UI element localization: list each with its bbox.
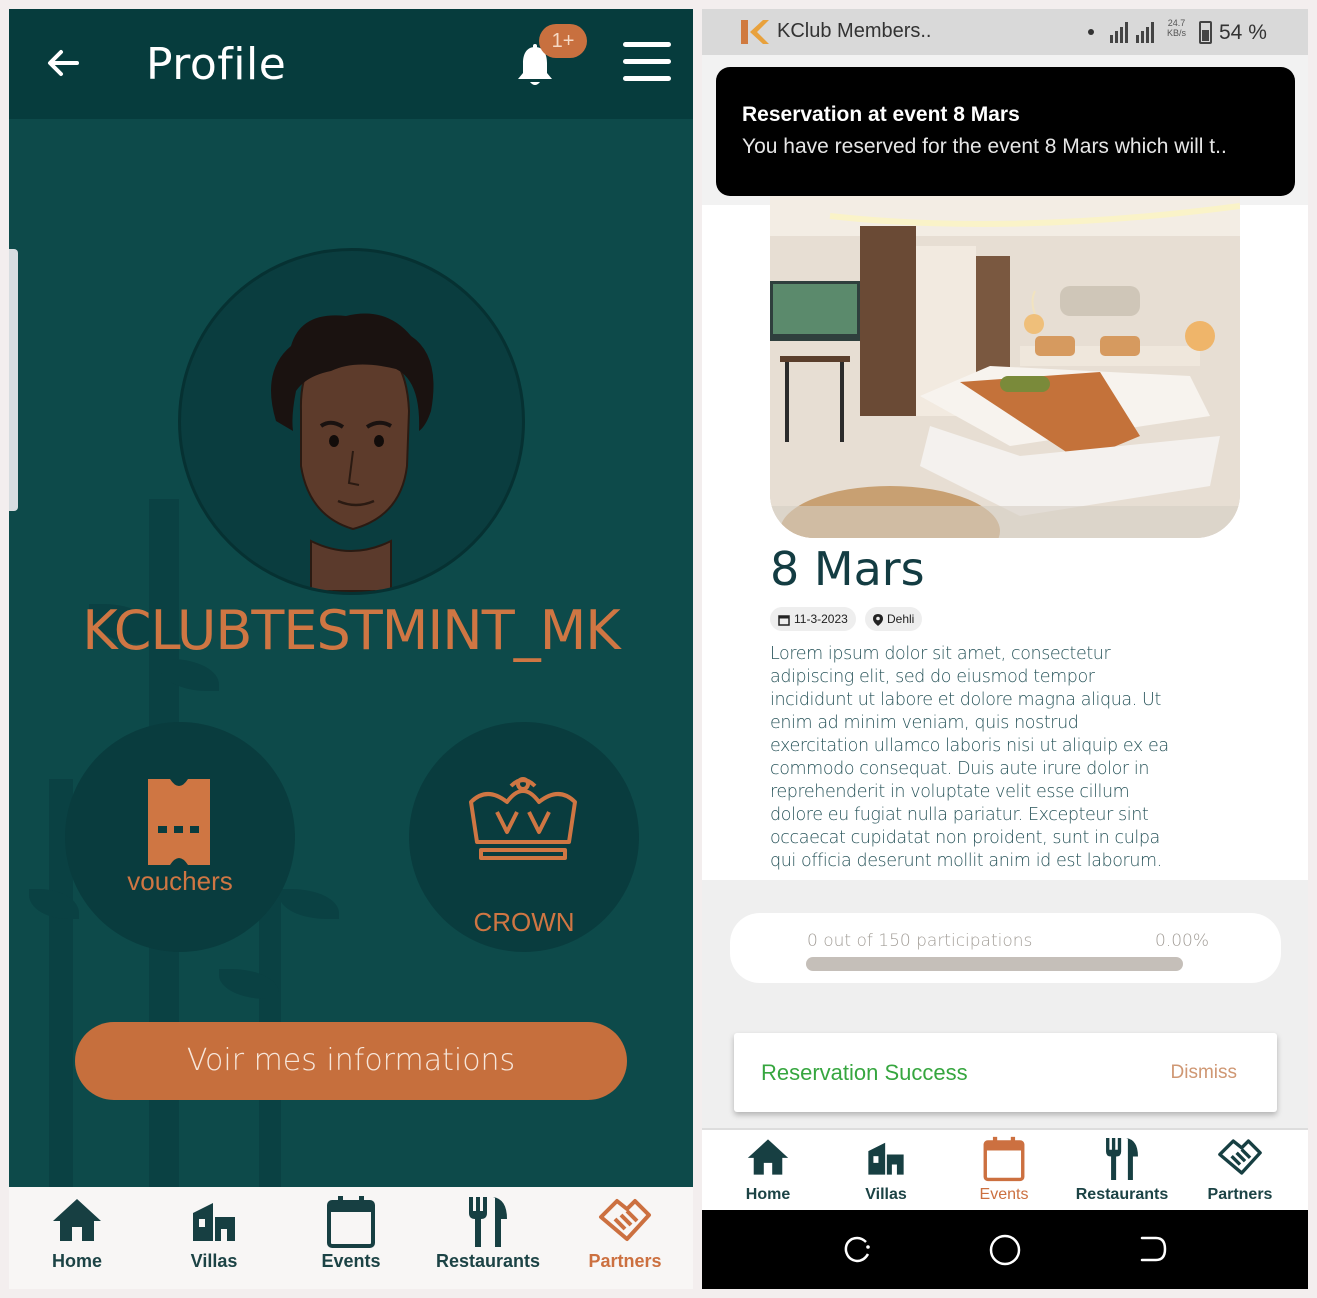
nav-restaurants-label: Restaurants [435,1251,541,1271]
nav-restaurants[interactable]: Restaurants [1063,1130,1181,1212]
restaurant-icon [1106,1138,1138,1180]
status-bar: KClub Members.. 24.7 KB/s 54 % [702,9,1308,55]
notification-badge: 1+ [539,24,587,58]
nav-home-label: Home [51,1251,102,1271]
nav-restaurants-label: Restaurants [1075,1186,1169,1203]
avatar-portrait [271,313,434,592]
status-app-name: KClub Members.. [777,20,932,42]
status-dot [1088,29,1094,35]
restaurant-icon [469,1197,507,1247]
location-pin-icon [873,613,883,626]
nav-events-label: Events [321,1251,381,1271]
network-speed: 24.7 KB/s [1167,18,1186,38]
event-detail-screen: KClub Members.. 24.7 KB/s 54 % Reservati… [702,9,1308,1289]
top-bar: Profile 1+ [9,9,693,119]
vouchers-label: vouchers [127,866,233,896]
nav-home[interactable]: Home [12,1187,142,1289]
dismiss-button[interactable]: Dismiss [1171,1062,1238,1084]
kclub-logo-icon [741,20,769,44]
nav-partners[interactable]: Partners [560,1187,690,1289]
menu-icon[interactable] [623,42,671,84]
home-icon [53,1199,101,1241]
back-arrow-icon[interactable] [43,43,83,83]
nav-partners-label: Partners [588,1251,662,1271]
calendar-icon [778,615,790,626]
nav-home[interactable]: Home [709,1130,827,1212]
recent-apps-icon[interactable] [842,1234,872,1264]
side-drawer-handle[interactable] [9,249,18,511]
notification-body: You have reserved for the event 8 Mars w… [742,135,1227,158]
battery-icon [1199,21,1212,44]
participation-card: 0 out of 150 participations 0.00% [730,913,1281,983]
villa-icon [868,1142,904,1175]
event-location: Dehli [887,612,915,626]
event-photo [770,196,1240,538]
avatar[interactable] [178,248,525,595]
push-notification[interactable]: Reservation at event 8 Mars You have res… [716,67,1295,196]
signal-icon [1110,22,1154,43]
nav-events[interactable]: Events [286,1187,416,1289]
handshake-icon [1218,1139,1262,1175]
participation-progress-bar [806,957,1183,971]
bottom-navigation: Home Villas Events Restaurants Partners [702,1128,1308,1210]
snackbar-message: Reservation Success [761,1060,968,1085]
handshake-icon [599,1199,651,1241]
nav-partners[interactable]: Partners [1181,1130,1299,1212]
ticket-icon [148,779,210,865]
crown-button[interactable]: CROWN [409,722,639,952]
profile-screen: Profile 1+ KCLUBTESTMINT_MK vouchers CRO… [9,9,693,1289]
page-title: Profile [146,39,287,90]
calendar-icon [983,1136,1025,1182]
villa-icon [193,1203,235,1241]
back-icon[interactable] [1138,1234,1168,1264]
event-date: 11-3-2023 [794,612,848,626]
event-date-chip: 11-3-2023 [770,607,856,631]
crown-label: CROWN [473,907,575,937]
nav-events[interactable]: Events [945,1130,1063,1212]
bedroom-photo [770,196,1240,538]
crown-icon [469,777,577,860]
event-location-chip: Dehli [865,607,923,631]
home-circle-icon[interactable] [989,1234,1021,1266]
nav-events-label: Events [979,1186,1029,1203]
calendar-icon [327,1196,375,1248]
snackbar: Reservation Success Dismiss [734,1033,1277,1112]
home-icon [747,1139,789,1175]
nav-partners-label: Partners [1207,1186,1273,1203]
username: KCLUBTESTMINT_MK [82,599,620,662]
nav-villas-label: Villas [865,1186,907,1203]
view-info-button[interactable]: Voir mes informations [75,1022,627,1100]
notification-title: Reservation at event 8 Mars [742,103,1020,126]
event-title: 8 Mars [770,542,925,596]
participation-count: 0 out of 150 participations [807,931,1033,951]
battery-level: 54 % [1219,21,1267,44]
bottom-navigation: Home Villas Events Restaurants Partners [9,1187,693,1289]
net-speed-value: 24.7 [1167,18,1186,28]
net-speed-unit: KB/s [1167,28,1187,38]
event-description: Lorem ipsum dolor sit amet, consectetur … [770,644,1169,871]
nav-restaurants[interactable]: Restaurants [423,1187,553,1289]
nav-villas[interactable]: Villas [149,1187,279,1289]
nav-villas[interactable]: Villas [827,1130,945,1212]
system-navigation-bar [702,1210,1308,1289]
nav-villas-label: Villas [190,1251,238,1271]
participation-percent: 0.00% [1155,931,1210,951]
nav-home-label: Home [745,1186,791,1203]
vouchers-button[interactable]: vouchers [65,722,295,952]
